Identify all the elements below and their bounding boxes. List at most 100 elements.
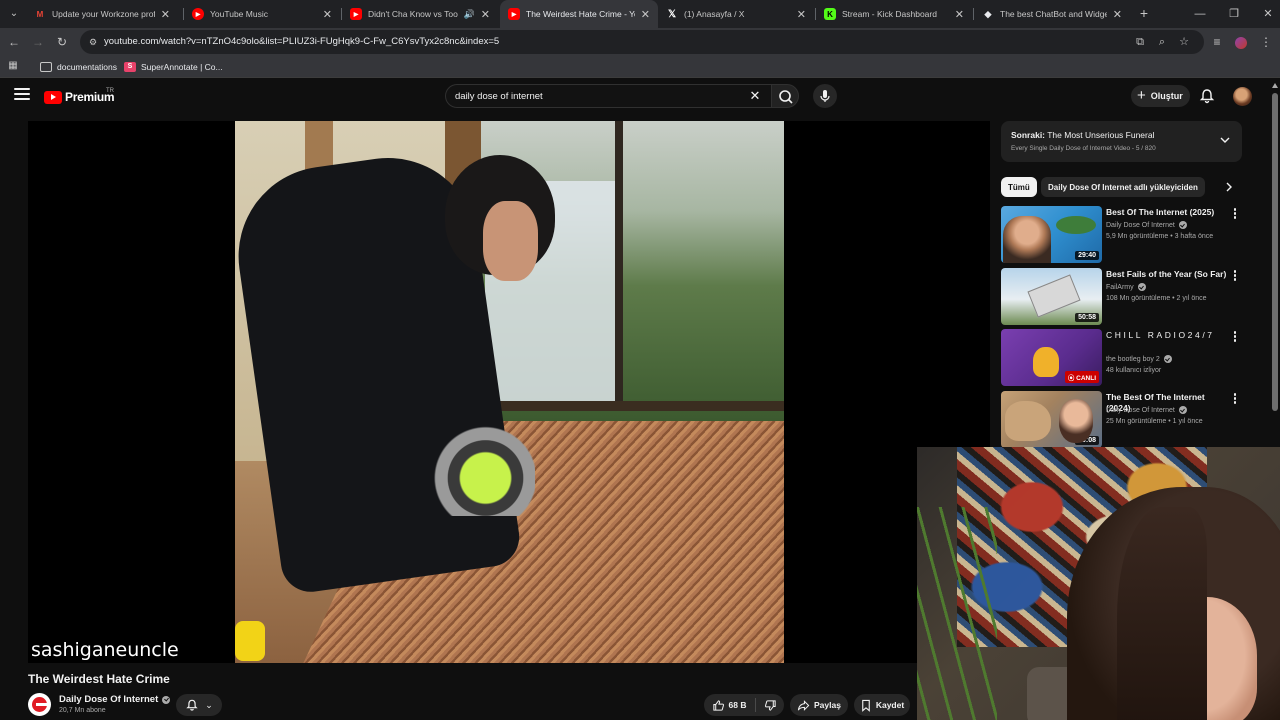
zoom-icon[interactable]: ⌕ [1154, 34, 1170, 50]
clear-search-icon[interactable]: ✕ [747, 88, 763, 104]
video-player[interactable]: sashiganeuncle [28, 121, 990, 663]
recommendation-channel[interactable]: Daily Dose Of Internet [1106, 406, 1187, 414]
video-thumbnail[interactable]: 50:58 [1001, 268, 1102, 325]
bookmark-star-icon[interactable]: ☆ [1176, 34, 1192, 50]
search-input[interactable]: daily dose of internet ✕ [445, 84, 771, 108]
tab-title: The best ChatBot and Widgets [1000, 9, 1107, 19]
search-button[interactable] [771, 84, 799, 108]
channel-text[interactable]: Daily Dose Of Internet [1106, 407, 1175, 414]
back-arrow-icon[interactable]: ← [4, 32, 24, 52]
video-frame[interactable] [235, 121, 784, 663]
chatbot-icon: ◆ [984, 8, 992, 19]
browser-tab[interactable]: M Update your Workzone profile ✕ [26, 0, 178, 28]
bookmark-item[interactable]: S SuperAnnotate | Co... [124, 59, 223, 75]
profile-avatar-icon[interactable] [1231, 32, 1251, 52]
scrollbar-thumb[interactable] [1272, 93, 1278, 411]
dislike-button[interactable] [756, 694, 784, 716]
close-tab-icon[interactable]: ✕ [161, 8, 170, 21]
forward-arrow-icon[interactable]: → [28, 32, 48, 52]
close-window-icon[interactable]: ✕ [1258, 4, 1278, 24]
tab-title: Stream - Kick Dashboard [842, 9, 937, 19]
voice-search-button[interactable] [813, 84, 837, 108]
chip-from-uploader[interactable]: Daily Dose Of Internet adlı yükleyiciden [1041, 177, 1205, 197]
recommendation-meta: 48 kullanıcı izliyor [1106, 367, 1162, 374]
recommendation-title[interactable]: Best Fails of the Year (So Far) [1106, 269, 1228, 280]
like-button[interactable]: 68 B [704, 694, 754, 716]
expand-playlist-chevron-icon[interactable] [1219, 134, 1231, 146]
playlist-panel[interactable]: Sonraki: The Most Unserious Funeral Ever… [1001, 121, 1242, 162]
share-button[interactable]: Paylaş [790, 694, 848, 716]
recommendation-title[interactable]: Best Of The Internet (2025) [1106, 207, 1228, 218]
restore-window-icon[interactable]: ❐ [1224, 4, 1244, 24]
bookmark-item[interactable]: documentations [40, 59, 117, 75]
channel-text[interactable]: Daily Dose Of Internet [1106, 222, 1175, 229]
more-options-icon[interactable] [1232, 331, 1238, 343]
streamer-hair [1117, 507, 1207, 720]
more-options-icon[interactable] [1232, 270, 1238, 282]
browser-tab[interactable]: ▶ YouTube Music ✕ [184, 0, 340, 28]
webcam-overlay [917, 447, 1280, 720]
audio-playing-icon[interactable]: 🔊 [464, 9, 475, 20]
country-code: TR [106, 88, 114, 94]
search-value[interactable]: daily dose of internet [455, 91, 543, 102]
bookmarks-bar: ▦ documentations S SuperAnnotate | Co... [0, 56, 1280, 78]
tab-title: The Weirdest Hate Crime - You [526, 9, 635, 19]
video-thumbnail[interactable]: ⦿ CANLI [1001, 329, 1102, 386]
recommendation-channel[interactable]: FailArmy [1106, 283, 1146, 291]
more-options-icon[interactable] [1232, 208, 1238, 220]
recommendation-item[interactable]: 29:40 Best Of The Internet (2025) Daily … [1001, 206, 1241, 264]
cast-icon[interactable]: ⧉ [1132, 34, 1148, 50]
recommendation-title[interactable]: CHILL RADIO24/7 [1106, 330, 1228, 341]
media-controls-icon[interactable]: ≡ [1207, 32, 1227, 52]
recommendation-item[interactable]: 50:58 Best Fails of the Year (So Far) Fa… [1001, 268, 1241, 326]
apps-grid-icon[interactable]: ▦ [6, 59, 20, 73]
create-label: Oluştur [1150, 91, 1183, 101]
video-thumbnail[interactable]: 29:08 [1001, 391, 1102, 448]
subscriber-count: 20,7 Mn abone [59, 707, 106, 714]
channel-text[interactable]: the bootleg boy 2 [1106, 356, 1160, 363]
close-tab-icon[interactable]: ✕ [323, 8, 332, 21]
close-tab-icon[interactable]: ✕ [641, 8, 650, 21]
video-thumbnail[interactable]: 29:40 [1001, 206, 1102, 263]
browser-tab[interactable]: K Stream - Kick Dashboard ✕ [816, 0, 972, 28]
tab-search-chevron-icon[interactable]: ⌄ [4, 4, 24, 24]
chip-all[interactable]: Tümü [1001, 177, 1037, 197]
url-text[interactable]: youtube.com/watch?v=nTZnO4c9olo&list=PLI… [104, 36, 499, 47]
recommendation-channel[interactable]: the bootleg boy 2 [1106, 355, 1172, 363]
browser-tab[interactable]: 𝕏 (1) Anasayfa / X ✕ [658, 0, 814, 28]
browser-tab[interactable]: ◆ The best ChatBot and Widgets ✕ [974, 0, 1130, 28]
chevron-right-icon[interactable] [1223, 181, 1235, 193]
subscription-notifications-button[interactable]: ⌄ [176, 694, 222, 716]
save-button[interactable]: Kaydet [854, 694, 910, 716]
channel-avatar[interactable] [28, 693, 51, 716]
new-tab-plus-icon[interactable]: + [1134, 4, 1154, 24]
channel-name[interactable]: Daily Dose Of Internet [59, 694, 171, 705]
account-avatar[interactable] [1233, 87, 1252, 106]
notifications-bell-icon[interactable] [1198, 87, 1216, 105]
browser-tab[interactable]: ▶ Didn't Cha Know vs Too De 🔊 ✕ [342, 0, 498, 28]
hamburger-menu-icon[interactable] [14, 88, 30, 102]
site-info-icon[interactable]: ⚙ [86, 35, 100, 49]
recommendation-channel[interactable]: Daily Dose Of Internet [1106, 221, 1187, 229]
reload-icon[interactable]: ↻ [52, 32, 72, 52]
x-icon: 𝕏 [667, 8, 677, 20]
close-tab-icon[interactable]: ✕ [1113, 8, 1122, 21]
youtube-music-icon: ▶ [192, 8, 204, 20]
youtube-premium-logo[interactable]: Premium [44, 90, 115, 104]
close-tab-icon[interactable]: ✕ [481, 8, 490, 21]
channel-text[interactable]: FailArmy [1106, 284, 1134, 291]
scroll-up-arrow-icon[interactable] [1272, 83, 1278, 88]
browser-tab-active[interactable]: ▶ The Weirdest Hate Crime - You ✕ [500, 0, 658, 28]
minimize-icon[interactable]: — [1190, 4, 1210, 24]
recommendation-item[interactable]: 29:08 The Best Of The Internet (2024) Da… [1001, 391, 1241, 449]
close-tab-icon[interactable]: ✕ [797, 8, 806, 21]
recommendation-item[interactable]: ⦿ CANLI CHILL RADIO24/7 the bootleg boy … [1001, 329, 1241, 387]
save-label: Kaydet [875, 700, 905, 710]
close-tab-icon[interactable]: ✕ [955, 8, 964, 21]
verified-check-icon [162, 695, 171, 704]
address-bar[interactable]: ⚙ youtube.com/watch?v=nTZnO4c9olo&list=P… [80, 30, 1204, 54]
chrome-menu-icon[interactable]: ⋮ [1256, 32, 1276, 52]
more-options-icon[interactable] [1232, 393, 1238, 405]
create-button[interactable]: + Oluştur [1131, 85, 1190, 107]
channel-name-text[interactable]: Daily Dose Of Internet [59, 694, 158, 705]
